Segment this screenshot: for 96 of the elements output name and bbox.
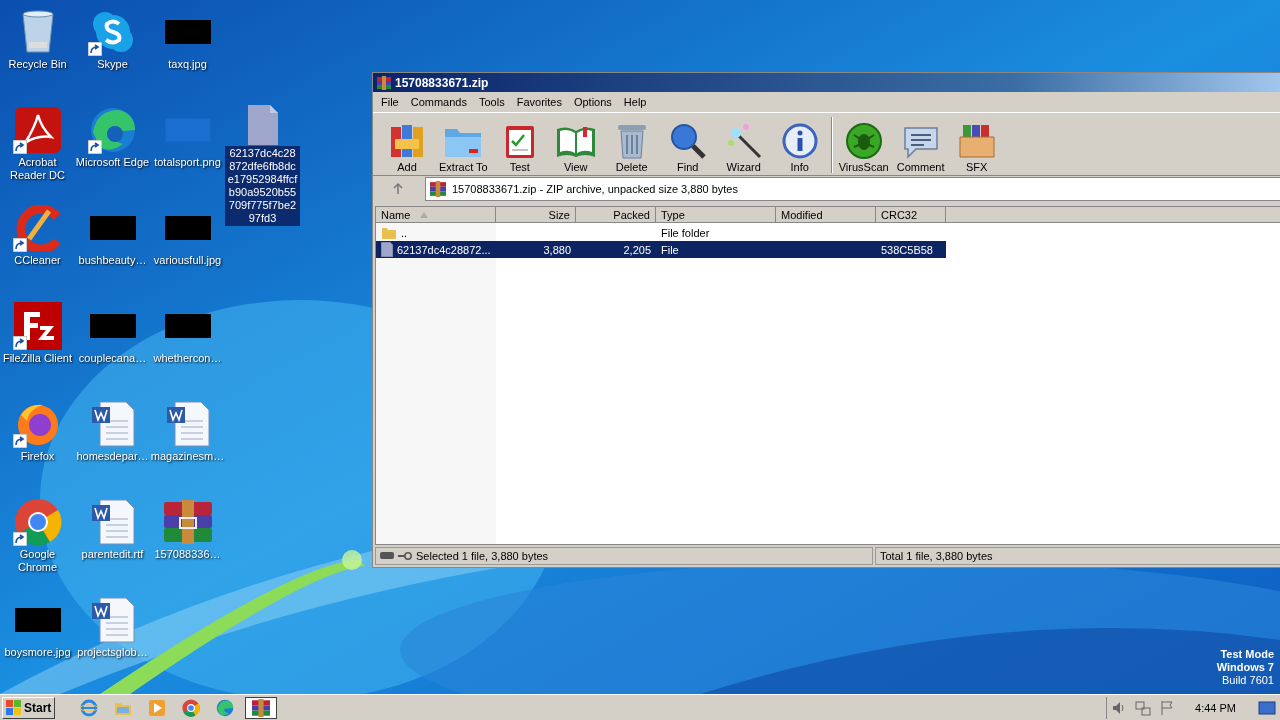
box-icon — [957, 123, 996, 159]
toolbar-button[interactable]: Extract To — [435, 117, 492, 173]
books-icon — [389, 123, 425, 159]
toolbar-button[interactable]: SFX — [948, 117, 1005, 173]
edge-logo-icon — [216, 698, 235, 717]
desktop-icon-label[interactable]: Acrobat Reader DC — [0, 156, 75, 182]
browser-e-icon — [80, 698, 99, 717]
search-icon — [669, 123, 706, 159]
winrar-archive-icon — [430, 181, 446, 197]
menu-item[interactable]: Help — [617, 96, 653, 108]
menu-item[interactable]: Commands — [404, 96, 473, 108]
desktop-icon-label[interactable]: bushbeauty… — [78, 254, 147, 267]
toolbar-button[interactable]: Comment — [892, 117, 949, 173]
redacted-thumbnail[interactable] — [89, 216, 136, 240]
desktop-icon-label[interactable]: couplecana… — [78, 352, 147, 365]
desktop-icon-label[interactable]: boysmore.jpg — [4, 646, 71, 659]
menu-item[interactable]: File — [375, 96, 405, 108]
column-header[interactable]: Packed — [576, 207, 656, 223]
column-header[interactable]: Type — [656, 207, 776, 223]
window-title: 15708833671.zip — [395, 75, 489, 90]
desktop-icon-label[interactable]: Recycle Bin — [8, 58, 67, 71]
redacted-thumbnail[interactable] — [164, 216, 211, 240]
redacted-thumbnail[interactable] — [164, 314, 211, 338]
word-document-icon[interactable] — [89, 499, 136, 545]
selected-file-row[interactable]: 62137dc4c28872... 3,880 2,205 File 538C5B58 — [376, 241, 946, 258]
os-build-text: Test Mode — [1220, 648, 1274, 661]
book-icon — [554, 125, 597, 159]
table-cell: 2,205 — [623, 243, 651, 256]
word-document-icon[interactable] — [89, 597, 136, 643]
redacted-thumbnail[interactable] — [164, 20, 211, 44]
path-field[interactable]: 15708833671.zip - ZIP archive, unpacked size 3,880 bytes — [425, 177, 1280, 201]
table-cell: File — [661, 243, 679, 256]
show-desktop-icon[interactable] — [1258, 700, 1276, 715]
status-text: Selected 1 file, 3,880 bytes — [416, 550, 549, 562]
desktop-icon-label[interactable]: CCleaner — [14, 254, 61, 267]
file-icon — [381, 242, 393, 257]
drive-icon — [380, 552, 394, 560]
desktop-icon-label[interactable]: 62137dc4c28872dfe6fb8dce17952984ffcfb90a9520b55709f775f7be297fd3 — [225, 146, 300, 226]
desktop-icon-label[interactable]: taxq.jpg — [168, 58, 207, 71]
toolbar-button[interactable]: Info — [771, 117, 828, 173]
word-document-icon[interactable] — [89, 401, 136, 447]
table-cell: .. — [401, 226, 408, 239]
table-cell: File folder — [661, 226, 710, 239]
toolbar-button[interactable]: View — [547, 117, 604, 173]
key-icon — [398, 552, 412, 560]
windows-logo-icon — [6, 699, 22, 716]
media-player-icon — [148, 698, 167, 717]
ccleaner-logo-icon[interactable] — [14, 205, 61, 251]
desktop-icon-label[interactable]: Google Chrome — [0, 548, 75, 574]
word-document-icon[interactable] — [164, 401, 211, 447]
status-text: Total 1 file, 3,880 bytes — [880, 550, 993, 562]
toolbar-button[interactable]: Delete — [603, 117, 660, 173]
desktop-icon-label[interactable]: Microsoft Edge — [75, 156, 150, 169]
start-button[interactable]: Start — [2, 696, 56, 719]
desktop-icon-label[interactable]: totalsport.png — [154, 156, 221, 169]
taskbar-app-button[interactable] — [245, 696, 278, 719]
desktop-icon-label[interactable]: FileZilla Client — [2, 352, 73, 365]
os-build-text: Windows 7 — [1216, 661, 1274, 674]
os-build-text: Build 7601 — [1222, 674, 1274, 687]
toolbar-button[interactable]: VirusScan — [830, 117, 893, 173]
redacted-thumbnail[interactable] — [14, 608, 61, 632]
desktop-icon-label[interactable]: Firefox — [20, 450, 55, 463]
edge-logo-icon[interactable] — [88, 106, 137, 154]
toolbar-button[interactable]: Wizard — [715, 117, 772, 173]
desktop-icon-label[interactable]: variousfull.jpg — [153, 254, 222, 267]
clock[interactable]: 4:44 PM — [1195, 701, 1236, 714]
skype-logo-icon[interactable] — [90, 10, 135, 54]
table-cell: 538C5B58 — [881, 243, 933, 256]
toolbar-button[interactable]: Add — [379, 117, 435, 173]
up-arrow-icon — [392, 183, 404, 195]
table-cell: 3,880 — [543, 243, 571, 256]
menu-item[interactable]: Options — [567, 96, 618, 108]
clipboard-check-icon — [503, 123, 536, 159]
winrar-archive-icon[interactable] — [163, 500, 212, 544]
magic-wand-icon — [725, 123, 762, 159]
toolbar-button[interactable]: Find — [659, 117, 716, 173]
chrome-logo-icon[interactable] — [13, 498, 62, 546]
menu-item[interactable]: Favorites — [510, 96, 568, 108]
desktop-icon-label[interactable]: Skype — [97, 58, 128, 71]
speech-bubble-icon — [901, 125, 940, 159]
toolbar-button[interactable]: Test — [491, 117, 548, 173]
table-cell: 62137dc4c28872... — [397, 243, 491, 256]
file-row[interactable]: .. File folder — [376, 224, 946, 241]
winrar-archive-icon — [377, 75, 391, 90]
flag-icon[interactable] — [1159, 699, 1176, 716]
winrar-archive-icon — [252, 698, 271, 717]
network-icon[interactable] — [1135, 699, 1152, 716]
chrome-logo-icon — [182, 698, 201, 717]
column-header[interactable]: Modified — [776, 207, 876, 223]
column-header[interactable]: CRC32 — [876, 207, 946, 223]
file-icon[interactable] — [246, 104, 279, 146]
menu-item[interactable]: Tools — [473, 96, 511, 108]
column-header[interactable]: Size — [496, 207, 576, 223]
info-icon — [781, 123, 818, 159]
redacted-thumbnail[interactable] — [89, 314, 136, 338]
bug-icon — [845, 123, 882, 159]
